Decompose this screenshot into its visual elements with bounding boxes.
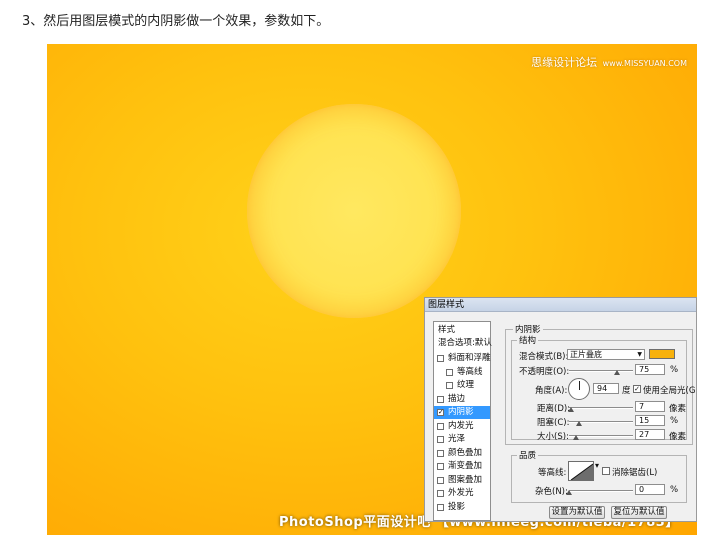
structure-title: 结构: [517, 334, 539, 346]
size-unit: 像素: [669, 432, 687, 442]
style-item-checkbox[interactable]: [446, 368, 453, 376]
style-item-checkbox[interactable]: [437, 503, 444, 511]
distance-label: 距离(D):: [537, 404, 571, 414]
opacity-label: 不透明度(O):: [519, 367, 570, 377]
global-light-label: 使用全局光(G): [643, 386, 697, 396]
distance-input[interactable]: 7: [635, 401, 665, 412]
dialog-title: 图层样式: [425, 298, 696, 312]
reset-default-button[interactable]: 复位为默认值: [611, 506, 667, 519]
size-input[interactable]: 27: [635, 429, 665, 440]
blend-mode-label: 混合模式(B):: [519, 352, 569, 362]
choke-slider-thumb[interactable]: [575, 421, 582, 426]
styles-header[interactable]: 样式: [434, 324, 490, 337]
quality-title: 品质: [517, 449, 539, 461]
layer-style-dialog: 图层样式 样式 混合选项:默认 斜面和浮雕等高线纹理描边 ✓ 内阴影内发光光泽颜色叠…: [424, 297, 697, 522]
check-mark-icon: ✓: [634, 385, 640, 393]
style-item-checkbox[interactable]: [446, 382, 453, 389]
set-default-button[interactable]: 设置为默认值: [549, 506, 605, 519]
style-item-checkbox[interactable]: [437, 395, 444, 403]
style-item-label: 颜色叠加: [448, 447, 483, 458]
shadow-color-swatch[interactable]: [649, 349, 675, 359]
distance-slider-thumb[interactable]: [567, 407, 574, 412]
global-light-checkbox[interactable]: ✓: [633, 385, 641, 393]
anti-alias-label: 消除锯齿(L): [612, 468, 658, 478]
choke-label: 阻塞(C):: [537, 418, 570, 428]
anti-alias-checkbox[interactable]: [602, 467, 610, 475]
chevron-down-icon: ▼: [637, 351, 642, 358]
style-item[interactable]: 纹理: [434, 379, 490, 392]
site-name: 思缘设计论坛: [531, 56, 598, 69]
style-item-checkbox[interactable]: [437, 490, 444, 497]
style-item[interactable]: 等高线: [434, 366, 490, 379]
style-item-label: 渐变叠加: [448, 461, 483, 471]
distance-unit: 像素: [669, 404, 687, 414]
style-item-label: 外发光: [448, 488, 474, 498]
contour-picker[interactable]: [568, 461, 594, 481]
style-item[interactable]: 描边: [434, 393, 490, 406]
style-item-checkbox[interactable]: [437, 436, 444, 443]
opacity-input[interactable]: 75: [635, 364, 665, 375]
style-item-label: 图案叠加: [448, 474, 483, 485]
style-item[interactable]: 颜色叠加: [434, 447, 490, 460]
distance-slider[interactable]: [569, 407, 633, 409]
styles-list: 样式 混合选项:默认 斜面和浮雕等高线纹理描边 ✓ 内阴影内发光光泽颜色叠加渐变叠加…: [433, 321, 492, 521]
style-item-checkbox[interactable]: [437, 476, 444, 484]
style-item[interactable]: 图案叠加: [434, 474, 490, 487]
noise-input[interactable]: 0: [635, 484, 665, 495]
style-item-checkbox[interactable]: ✓: [437, 409, 444, 416]
contour-curve-icon: [570, 463, 593, 480]
contour-dropdown-icon[interactable]: ▾: [595, 461, 599, 470]
angle-input[interactable]: 94: [593, 383, 619, 394]
blend-mode-value: 正片叠底: [570, 350, 602, 359]
noise-label: 杂色(N):: [535, 487, 568, 497]
style-item-label: 内发光: [448, 420, 474, 431]
style-item-label: 投影: [448, 501, 466, 512]
angle-dial-needle: [579, 381, 580, 390]
opacity-slider-thumb[interactable]: [614, 370, 620, 375]
style-item[interactable]: ✓ 内阴影: [434, 406, 490, 419]
style-item-checkbox[interactable]: [437, 422, 444, 430]
angle-label: 角度(A):: [535, 386, 568, 396]
style-item-checkbox[interactable]: [437, 463, 444, 470]
site-url: www.MISSYUAN.COM: [602, 59, 687, 68]
choke-input[interactable]: 15: [635, 415, 665, 426]
noise-slider[interactable]: [569, 490, 633, 492]
size-slider-thumb[interactable]: [573, 435, 580, 440]
style-item[interactable]: 内发光: [434, 420, 490, 433]
style-item-checkbox[interactable]: [437, 355, 444, 362]
style-item[interactable]: 斜面和浮雕: [434, 352, 491, 365]
angle-unit: 度: [622, 386, 631, 396]
opacity-unit: %: [670, 365, 679, 375]
opacity-slider[interactable]: [569, 370, 633, 372]
blend-mode-select[interactable]: 正片叠底 ▼: [567, 349, 645, 360]
noise-slider-thumb[interactable]: [566, 490, 572, 495]
style-item[interactable]: 光泽: [434, 433, 490, 446]
style-item-label: 描边: [448, 393, 466, 404]
size-label: 大小(S):: [537, 432, 569, 442]
site-watermark: 思缘设计论坛 www.MISSYUAN.COM: [531, 54, 687, 70]
style-item-label: 纹理: [457, 380, 475, 390]
style-item[interactable]: 投影: [434, 501, 490, 514]
style-item-label: 斜面和浮雕: [448, 353, 491, 363]
style-item-label: 等高线: [457, 366, 483, 377]
instruction-caption: 3、然后用图层模式的内阴影做一个效果，参数如下。: [22, 14, 330, 29]
noise-unit: %: [670, 485, 679, 495]
sun-circle: [247, 104, 461, 318]
style-item-label: 内阴影: [448, 407, 474, 417]
style-item-checkbox[interactable]: [437, 449, 444, 457]
blend-options-item[interactable]: 混合选项:默认: [434, 337, 492, 350]
style-item-label: 光泽: [448, 434, 466, 444]
contour-label: 等高线:: [538, 468, 567, 478]
style-item[interactable]: 外发光: [434, 487, 490, 500]
style-item[interactable]: 渐变叠加: [434, 460, 490, 473]
choke-unit: %: [670, 416, 679, 426]
angle-dial[interactable]: [568, 378, 590, 400]
